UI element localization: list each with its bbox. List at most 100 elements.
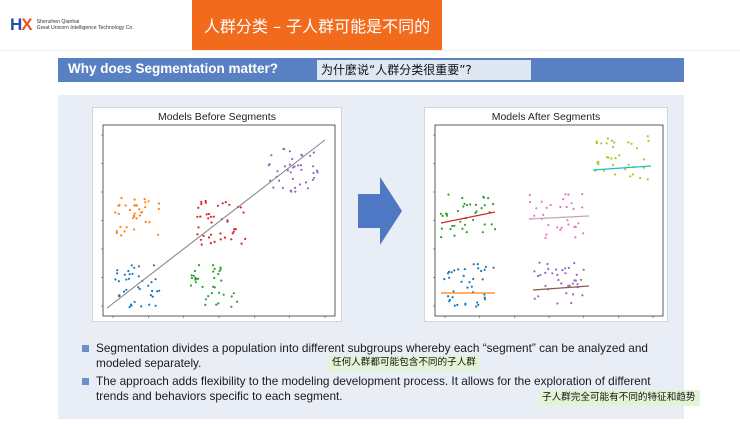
scatter-point xyxy=(574,225,577,228)
scatter-point xyxy=(240,242,243,245)
scatter-point xyxy=(130,264,133,267)
scatter-point xyxy=(288,150,291,153)
translation-note-1: 任何人群都可能包含不同的子人群 xyxy=(328,355,480,371)
scatter-point xyxy=(561,269,564,272)
scatter-point xyxy=(602,169,605,172)
scatter-point xyxy=(116,269,119,272)
scatter-point xyxy=(232,292,235,295)
scatter-point xyxy=(472,218,475,222)
scatter-point xyxy=(135,217,138,220)
scatter-point xyxy=(189,284,193,287)
scatter-point xyxy=(547,223,550,227)
scatter-point xyxy=(299,164,302,167)
scatter-point xyxy=(151,289,154,293)
scatter-point xyxy=(465,204,469,207)
scatter-point xyxy=(212,215,215,218)
scatter-point xyxy=(582,268,585,271)
scatter-point xyxy=(453,304,456,307)
scatter-point xyxy=(461,196,464,200)
scatter-point xyxy=(154,278,157,281)
scatter-point xyxy=(447,193,450,196)
scatter-point xyxy=(564,267,567,270)
scatter-point xyxy=(544,271,547,274)
scatter-point xyxy=(218,291,221,294)
scatter-point xyxy=(202,234,205,237)
scatter-point xyxy=(200,202,203,206)
scatter-point xyxy=(207,295,210,298)
scatter-point xyxy=(192,274,195,277)
scatter-point xyxy=(459,220,462,223)
scatter-point xyxy=(209,242,212,245)
scatter-point xyxy=(127,277,131,280)
scatter-point xyxy=(642,158,646,161)
scatter-point xyxy=(564,272,567,275)
scatter-point xyxy=(196,233,199,236)
scatter-point xyxy=(291,157,294,161)
scatter-point xyxy=(547,267,550,270)
scatter-point xyxy=(207,217,210,220)
scatter-point xyxy=(200,243,203,246)
scatter-point xyxy=(117,212,120,215)
scatter-point xyxy=(581,193,584,196)
translation-note-2: 子人群完全可能有不同的特征和趋势 xyxy=(538,390,700,406)
scatter-point xyxy=(309,154,312,157)
scatter-point xyxy=(128,273,131,276)
scatter-point xyxy=(140,305,143,308)
scatter-point xyxy=(152,264,155,267)
scatter-point xyxy=(475,305,478,308)
scatter-point xyxy=(457,268,460,271)
scatter-point xyxy=(125,278,128,281)
scatter-point xyxy=(204,303,207,306)
scatter-point xyxy=(244,237,247,240)
scatter-point xyxy=(114,211,117,214)
scatter-point xyxy=(567,193,570,196)
scatter-point xyxy=(144,220,147,223)
scatter-point xyxy=(122,290,126,293)
scatter-point xyxy=(605,156,608,159)
scatter-point xyxy=(540,200,543,203)
scatter-point xyxy=(612,145,615,149)
scatter-point xyxy=(120,234,123,237)
scatter-point xyxy=(440,236,443,239)
scatter-point xyxy=(133,266,136,269)
scatter-point xyxy=(210,221,213,224)
scatter-point xyxy=(466,286,469,289)
scatter-point xyxy=(480,269,483,273)
scatter-point xyxy=(475,210,478,213)
scatter-point xyxy=(453,269,456,272)
scatter-point xyxy=(123,273,126,276)
scatter-point xyxy=(281,186,284,189)
scatter-point xyxy=(220,279,223,282)
scatter-point xyxy=(627,163,630,166)
scatter-point xyxy=(456,209,459,213)
company-logo: HX Shenzhen Qianhai Great Unicorn Intell… xyxy=(10,14,134,36)
scatter-point xyxy=(483,296,486,299)
scatter-point xyxy=(556,302,559,305)
scatter-point xyxy=(138,287,141,291)
scatter-point xyxy=(565,292,568,295)
scatter-point xyxy=(481,278,484,281)
scatter-point xyxy=(201,285,204,288)
scatter-point xyxy=(614,173,617,176)
scatter-point xyxy=(154,304,157,307)
scatter-point xyxy=(226,220,229,223)
scatter-point xyxy=(537,295,540,298)
scatter-point xyxy=(292,166,295,169)
scatter-point xyxy=(216,204,220,207)
scatter-point xyxy=(120,196,123,200)
scatter-point xyxy=(556,226,559,229)
scatter-point xyxy=(294,190,297,193)
scatter-point xyxy=(197,226,200,229)
scatter-point xyxy=(199,238,203,241)
scatter-point xyxy=(283,148,286,151)
scatter-point xyxy=(210,233,213,236)
scatter-point xyxy=(555,268,558,271)
scatter-point xyxy=(138,208,141,211)
scatter-point xyxy=(483,293,486,296)
scatter-point xyxy=(137,275,140,278)
fit-line xyxy=(440,211,496,224)
scatter-point xyxy=(566,219,569,222)
scatter-point xyxy=(230,238,233,241)
scatter-point xyxy=(123,230,126,233)
scatter-point xyxy=(217,272,220,276)
